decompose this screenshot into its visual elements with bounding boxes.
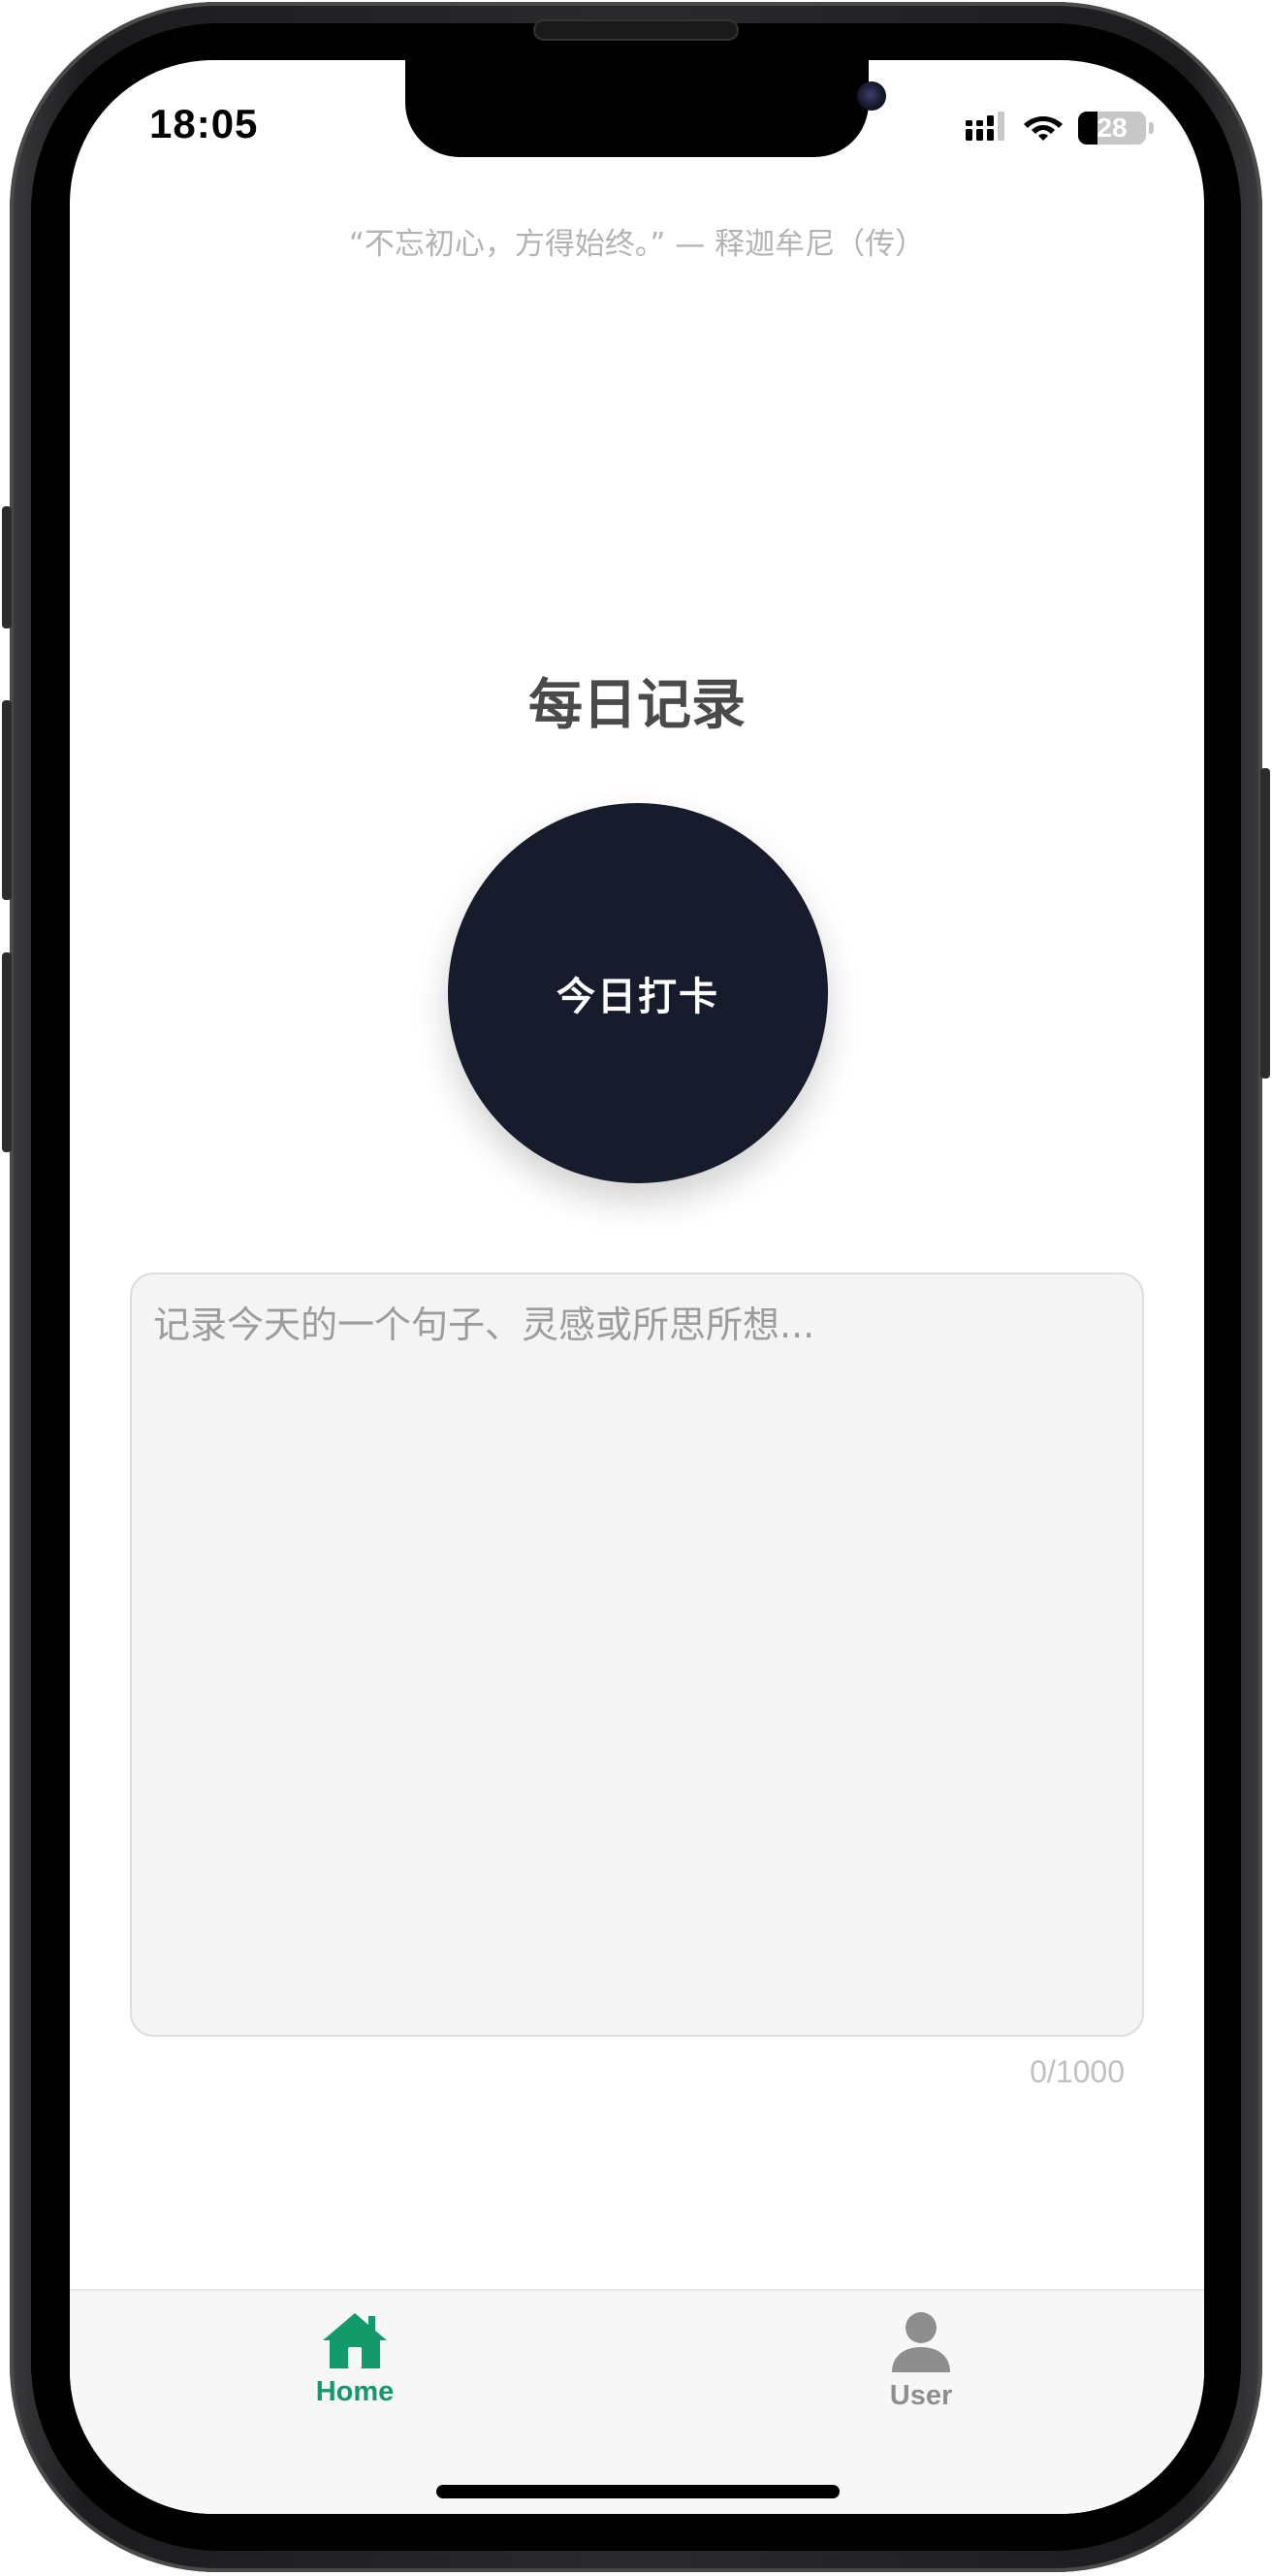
earpiece-speaker [533, 19, 739, 41]
app-screen: 18:05 28 “不忘初心，方得始终。” — 释迦牟尼（传） 每日记录 今日打… [70, 60, 1204, 2514]
volume-up-button [2, 700, 12, 900]
camera-icon [857, 81, 886, 111]
notch [405, 60, 886, 157]
home-indicator[interactable] [436, 2485, 840, 2498]
volume-down-button [2, 952, 12, 1152]
battery-icon: 28 [1078, 112, 1154, 145]
battery-fill [1078, 112, 1097, 145]
checkin-button-label: 今日打卡 [556, 975, 719, 1019]
wifi-icon [1022, 111, 1065, 145]
power-button [1260, 768, 1270, 1079]
tab-user[interactable]: User [824, 2310, 1018, 2412]
user-icon [886, 2310, 956, 2378]
silent-switch [2, 506, 12, 628]
char-counter: 0/1000 [1030, 2054, 1125, 2089]
tab-home-label: Home [315, 2376, 395, 2407]
status-time: 18:05 [149, 101, 259, 146]
checkin-button[interactable]: 今日打卡 [448, 803, 828, 1183]
home-icon [320, 2310, 390, 2374]
page-title: 每日记录 [528, 674, 746, 737]
status-icons: 28 [966, 111, 1154, 145]
battery-body: 28 [1078, 112, 1146, 145]
battery-level: 28 [1097, 113, 1128, 143]
tab-bar: Home User [70, 2289, 1204, 2514]
tab-home[interactable]: Home [258, 2310, 452, 2408]
tab-user-label: User [889, 2380, 953, 2411]
note-input[interactable] [130, 1272, 1144, 2037]
battery-cap [1149, 122, 1154, 134]
signal-icon [966, 112, 1008, 145]
daily-quote: “不忘初心，方得始终。” — 释迦牟尼（传） [348, 227, 926, 262]
